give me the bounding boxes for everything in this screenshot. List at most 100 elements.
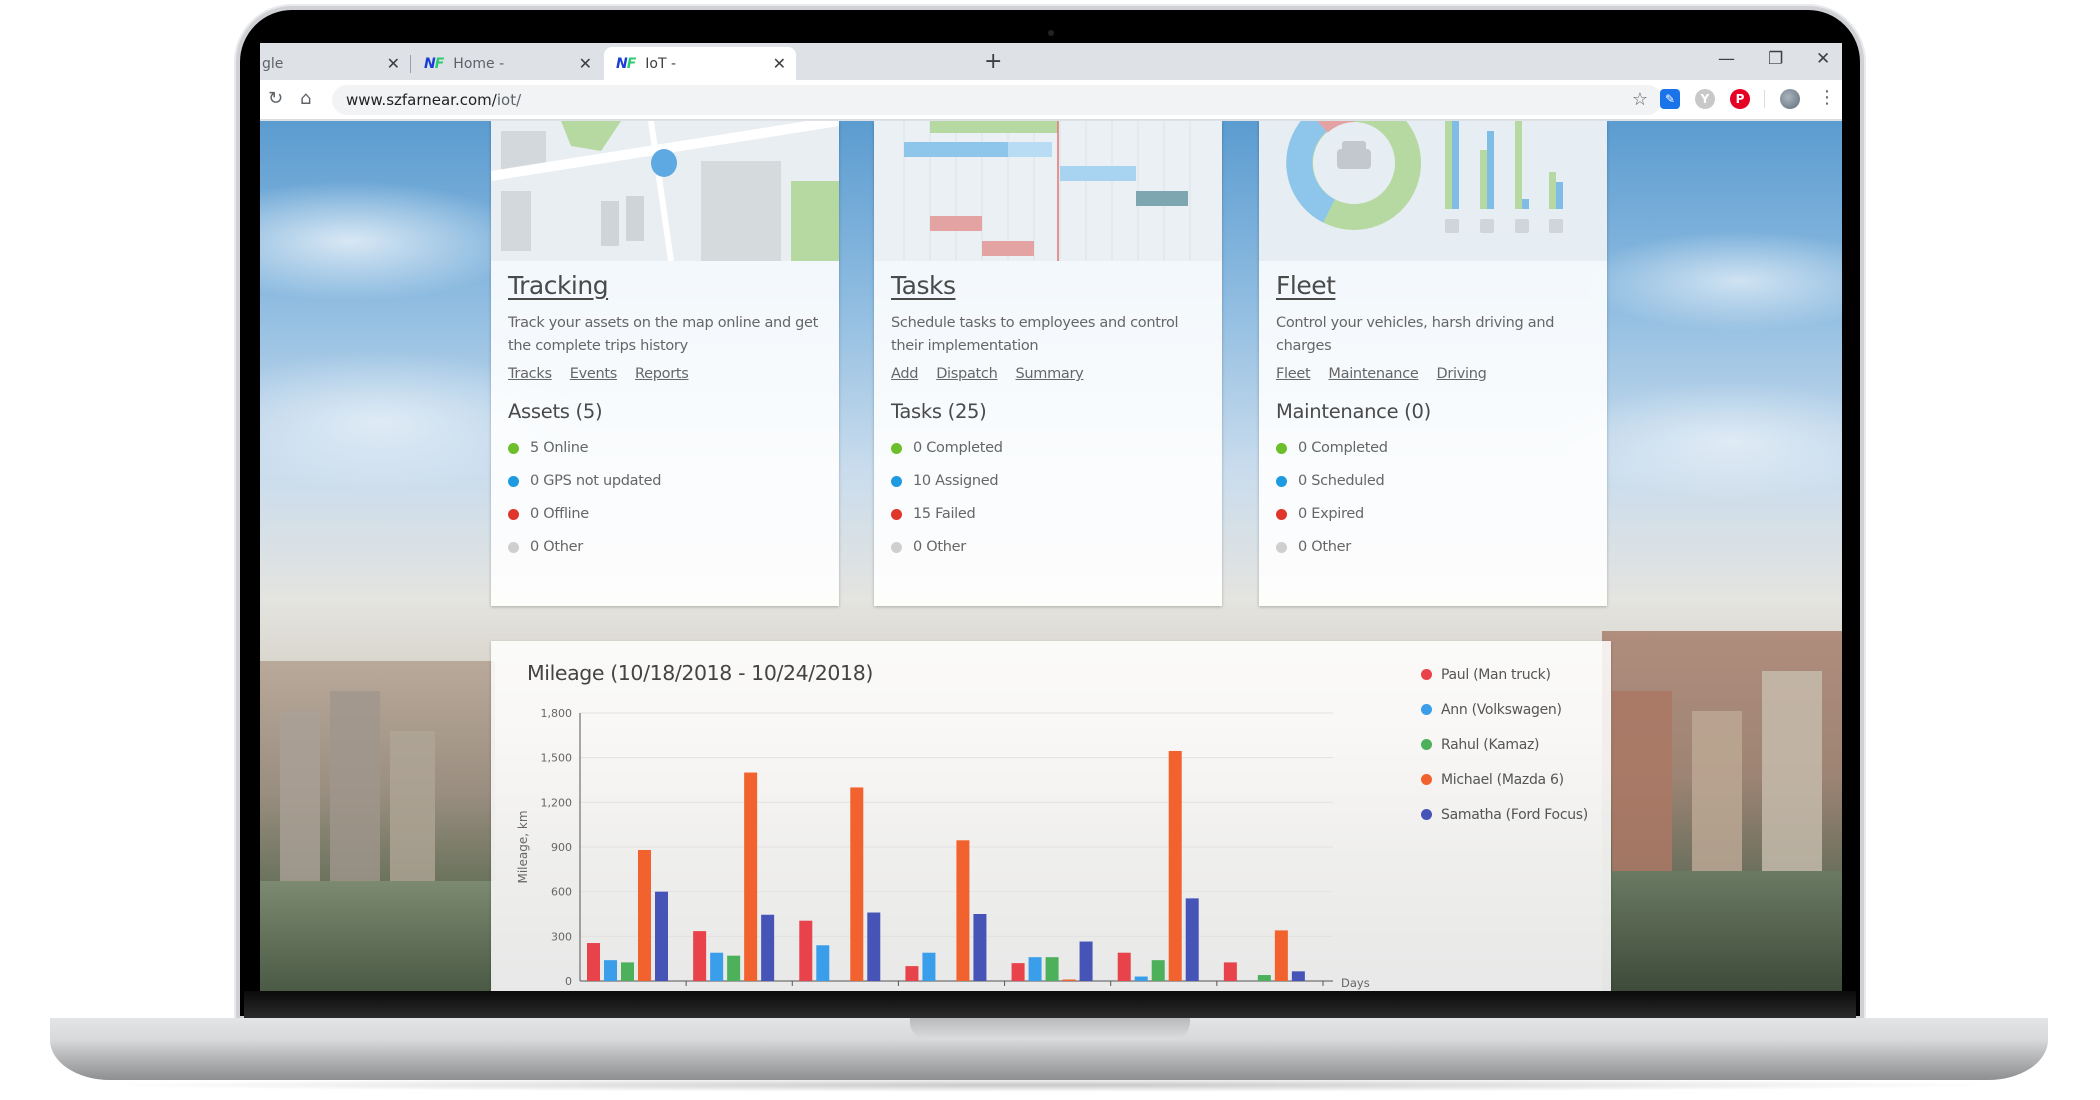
mileage-chart-card: Mileage (10/18/2018 - 10/24/2018) 0 300 60… — [491, 641, 1611, 991]
car-icon — [1337, 141, 1371, 169]
legend-dot-icon — [1421, 739, 1432, 750]
close-icon[interactable]: ✕ — [773, 54, 786, 73]
pinterest-icon[interactable]: P — [1730, 89, 1750, 109]
status-dot-icon — [891, 541, 902, 553]
stat-expired[interactable]: 0 Expired — [1276, 506, 1593, 522]
tracks-link[interactable]: Tracks — [508, 366, 552, 382]
legend-item-paul[interactable]: Paul (Man truck) — [1421, 657, 1588, 692]
bar-ann-day-4 — [922, 952, 936, 981]
url-bar[interactable]: www.szfarnear.com/iot/ ☆ — [332, 85, 1662, 115]
close-icon[interactable]: ✕ — [387, 54, 400, 73]
bar-michael-day-2 — [744, 772, 758, 981]
status-dot-icon — [891, 475, 902, 487]
tracking-card: Tracking Track your assets on the map on… — [491, 121, 839, 606]
bar-samatha-day-2 — [761, 914, 775, 981]
bar-rahul-day-1 — [621, 962, 634, 981]
tasks-title-link[interactable]: Tasks — [891, 271, 956, 300]
y-tick-label: 1,500 — [541, 752, 573, 765]
bar-samatha-day-3 — [867, 912, 881, 981]
gantt-illustration — [874, 121, 1222, 261]
home-icon[interactable]: ⌂ — [300, 88, 311, 109]
stat-scheduled[interactable]: 0 Scheduled — [1276, 473, 1593, 489]
close-icon[interactable]: ✕ — [579, 54, 592, 73]
summary-link[interactable]: Summary — [1015, 366, 1083, 382]
stat-completed[interactable]: 0 Completed — [1276, 440, 1593, 456]
nf-logo-icon: NF — [616, 55, 636, 72]
tracking-title-link[interactable]: Tracking — [508, 271, 609, 300]
tab-bar: gle ✕ NF Home - ✕ NF IoT - ✕ + — ❐ ✕ — [260, 43, 1842, 80]
status-dot-icon — [1276, 508, 1287, 520]
map-illustration — [491, 121, 839, 261]
address-toolbar: ↻ ⌂ www.szfarnear.com/iot/ ☆ ✎ Y P ⋮ — [260, 80, 1842, 120]
minimize-button[interactable]: — — [1718, 49, 1735, 69]
status-dot-icon — [1276, 541, 1287, 553]
bar-michael-day-1 — [638, 849, 651, 981]
bar-paul-day-3 — [799, 920, 813, 981]
legend-dot-icon — [1421, 774, 1432, 785]
fleet-link[interactable]: Fleet — [1276, 366, 1311, 382]
status-dot-icon — [891, 442, 902, 454]
status-dot-icon — [1276, 475, 1287, 487]
status-dot-icon — [508, 508, 519, 520]
stat-assigned[interactable]: 10 Assigned — [891, 473, 1208, 489]
status-dot-icon — [508, 442, 519, 454]
stat-completed[interactable]: 0 Completed — [891, 440, 1208, 456]
status-dot-icon — [1276, 442, 1287, 454]
y-extension-icon[interactable]: Y — [1695, 89, 1715, 109]
tab-iot[interactable]: NF IoT - ✕ — [604, 47, 796, 80]
x-axis-label: Days — [1341, 976, 1370, 990]
bar-ann-day-5 — [1028, 957, 1042, 981]
browser-window: gle ✕ NF Home - ✕ NF IoT - ✕ + — ❐ ✕ ↻ ⌂… — [260, 43, 1842, 991]
y-tick-label: 300 — [551, 930, 572, 943]
profile-avatar-icon[interactable] — [1780, 89, 1800, 109]
page-content: Tracking Track your assets on the map on… — [260, 121, 1842, 991]
bar-paul-day-1 — [587, 943, 600, 981]
dispatch-link[interactable]: Dispatch — [936, 366, 998, 382]
tab-home[interactable]: NF Home - ✕ — [412, 47, 602, 80]
bar-ann-day-6 — [1134, 976, 1148, 981]
notes-extension-icon[interactable]: ✎ — [1660, 89, 1680, 109]
fleet-title-link[interactable]: Fleet — [1276, 271, 1336, 300]
bar-ann-day-2 — [710, 952, 724, 981]
toolbar-divider — [1764, 90, 1765, 108]
laptop-lid-notch — [910, 1018, 1190, 1040]
city-background-right — [1602, 631, 1842, 991]
window-close-button[interactable]: ✕ — [1816, 49, 1830, 69]
browser-menu-icon[interactable]: ⋮ — [1818, 87, 1836, 108]
stat-other[interactable]: 0 Other — [891, 539, 1208, 555]
tasks-description: Schedule tasks to employees and control … — [891, 315, 1179, 354]
bar-michael-day-4 — [956, 840, 970, 981]
legend-item-rahul[interactable]: Rahul (Kamaz) — [1421, 727, 1588, 762]
bar-rahul-day-7 — [1257, 975, 1271, 981]
add-link[interactable]: Add — [891, 366, 918, 382]
tab-divider — [410, 55, 411, 73]
bookmark-star-icon[interactable]: ☆ — [1632, 85, 1648, 115]
reload-icon[interactable]: ↻ — [268, 88, 283, 109]
legend-item-ann[interactable]: Ann (Volkswagen) — [1421, 692, 1588, 727]
stat-other[interactable]: 0 Other — [508, 539, 825, 555]
bar-samatha-day-5 — [1079, 941, 1093, 981]
status-dot-icon — [508, 475, 519, 487]
events-link[interactable]: Events — [570, 366, 618, 382]
stat-offline[interactable]: 0 Offline — [508, 506, 825, 522]
tab-google[interactable]: gle ✕ — [260, 47, 410, 80]
tasks-heading: Tasks (25) — [891, 400, 987, 423]
y-tick-label: 0 — [565, 975, 572, 988]
legend-item-michael[interactable]: Michael (Mazda 6) — [1421, 762, 1588, 797]
stat-failed[interactable]: 15 Failed — [891, 506, 1208, 522]
bar-rahul-day-6 — [1151, 960, 1165, 981]
tab-label: IoT - — [645, 55, 677, 72]
driving-link[interactable]: Driving — [1437, 366, 1487, 382]
stat-gps-not-updated[interactable]: 0 GPS not updated — [508, 473, 825, 489]
stat-other[interactable]: 0 Other — [1276, 539, 1593, 555]
new-tab-button[interactable]: + — [984, 49, 1002, 74]
y-axis-label: Mileage, km — [516, 810, 530, 883]
stat-online[interactable]: 5 Online — [508, 440, 825, 456]
legend-item-samatha[interactable]: Samatha (Ford Focus) — [1421, 797, 1588, 832]
bar-ann-day-3 — [816, 945, 830, 981]
maintenance-link[interactable]: Maintenance — [1328, 366, 1418, 382]
reports-link[interactable]: Reports — [635, 366, 689, 382]
url-path: iot/ — [496, 91, 522, 109]
restore-button[interactable]: ❐ — [1768, 49, 1783, 69]
bar-paul-day-6 — [1117, 952, 1131, 981]
